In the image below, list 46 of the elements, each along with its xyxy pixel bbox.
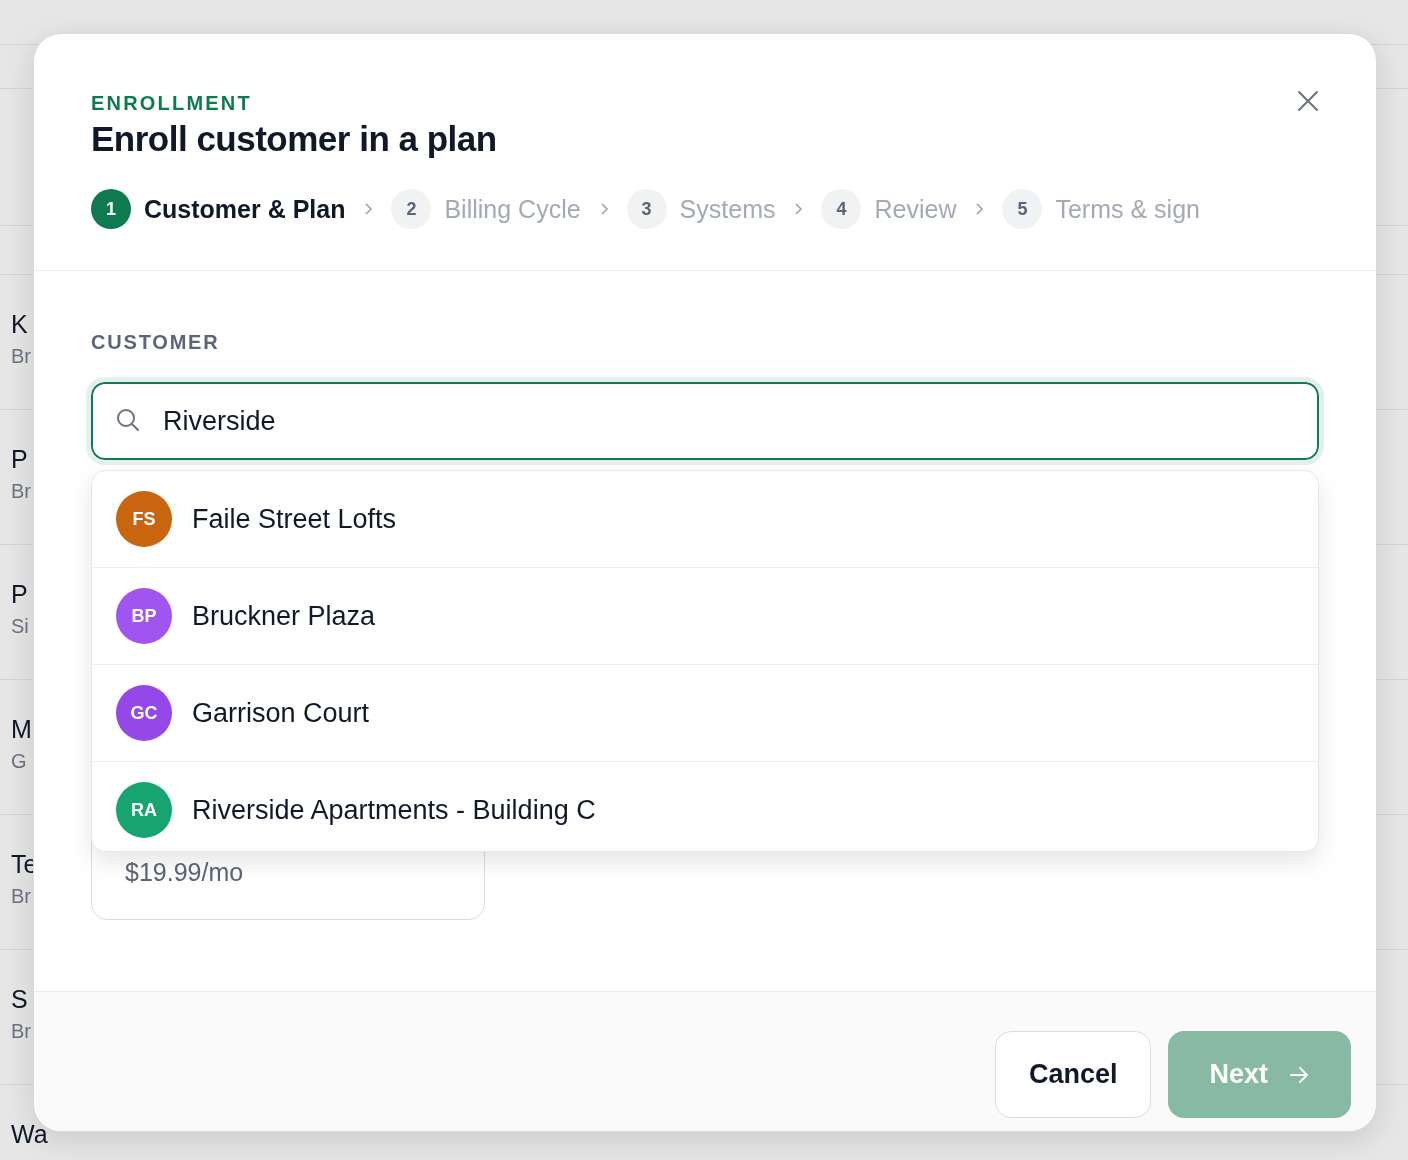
chevron-icon [363,202,374,216]
row-subtitle: Br [11,1020,31,1043]
row-title: M [11,714,32,744]
eyebrow-label: ENROLLMENT [91,92,253,115]
dialog-title: Enroll customer in a plan [91,119,497,159]
step-tab[interactable]: 1 Customer & Plan [91,189,346,229]
step-number: 1 [91,189,131,229]
result-name: Faile Street Lofts [192,503,397,535]
result-name: Garrison Court [192,697,370,729]
avatar: RA [116,782,172,838]
chevron-icon [793,202,804,216]
result-item[interactable]: RA Riverside Apartments - Building C [92,762,1318,851]
close-button[interactable] [1296,89,1320,113]
step-number: 2 [391,189,432,229]
step-tab[interactable]: 2 Billing Cycle [391,189,581,229]
step-number: 3 [626,189,667,229]
step-tab[interactable]: 4 Review [821,189,957,229]
chevron-icon [974,202,985,216]
row-title: P [11,579,28,609]
section-label: CUSTOMER [91,331,221,354]
cancel-button[interactable]: Cancel [994,1031,1152,1118]
row-title: Wa [11,1119,48,1149]
result-item[interactable]: GC Garrison Court [92,665,1318,762]
result-item[interactable]: FS Faile Street Lofts [92,471,1318,568]
step-tab[interactable]: 3 Systems [626,189,776,229]
row-subtitle: Br [11,480,31,503]
avatar: BP [116,588,172,644]
avatar: FS [116,491,172,547]
row-subtitle: Br [11,345,31,368]
search-field[interactable]: Riverside [86,377,1324,465]
row-subtitle: Si [11,615,29,638]
row-subtitle: G [11,750,27,773]
result-item[interactable]: BP Bruckner Plaza [92,568,1318,665]
row-subtitle: Br [11,885,31,908]
row-title: S [11,984,28,1014]
row-title: P [11,444,28,474]
row-title: K [11,309,28,339]
result-name: Bruckner Plaza [192,600,376,632]
step-tab[interactable]: 5 Terms & sign [1002,189,1200,229]
avatar: GC [116,685,172,741]
step-number: 4 [821,189,862,229]
step-number: 5 [1002,189,1043,229]
result-name: Riverside Apartments - Building C [192,794,596,826]
chevron-icon [598,202,609,216]
plan-price: $19.99/mo [125,858,245,887]
search-icon [115,407,141,433]
